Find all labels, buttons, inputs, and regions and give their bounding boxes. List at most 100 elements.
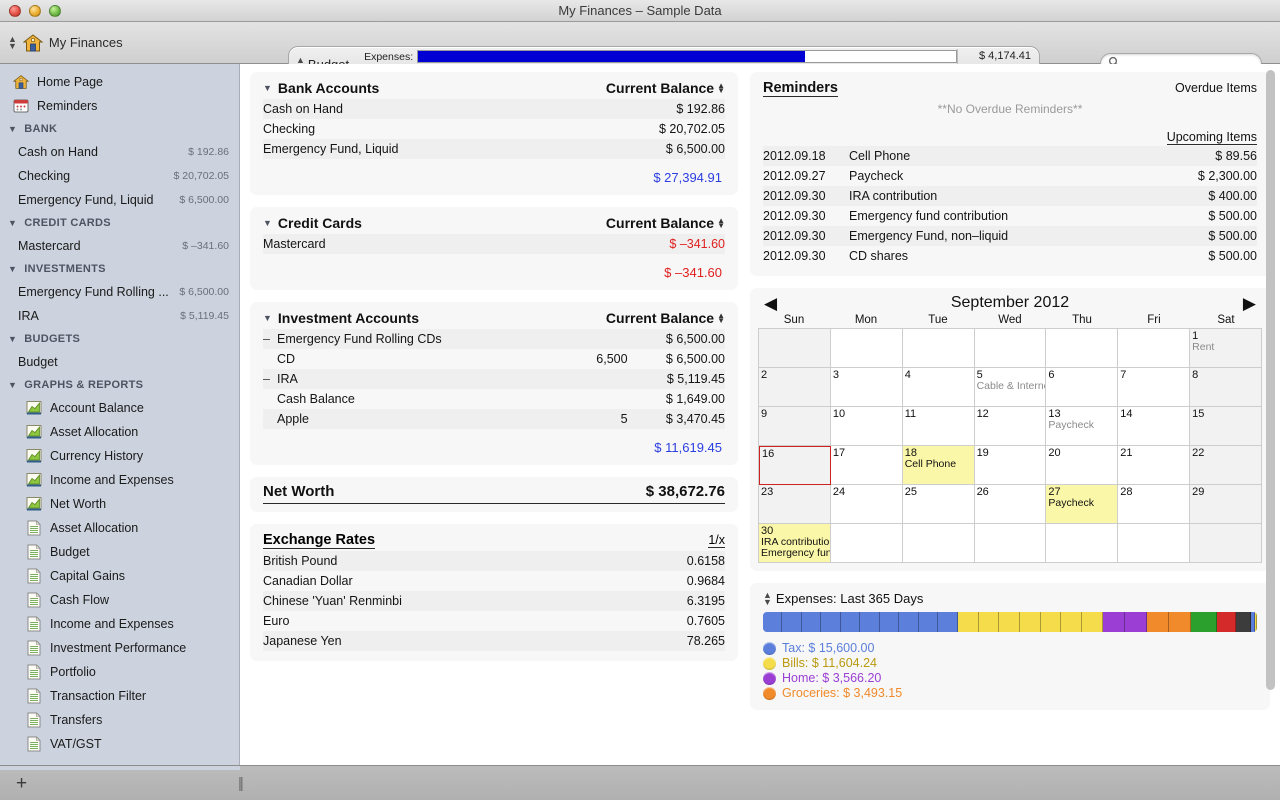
sidebar-item-reminders[interactable]: Reminders [0,94,239,118]
table-row[interactable]: CD 6,500 $ 6,500.00 [263,349,725,369]
table-row[interactable]: 2012.09.30 Emergency Fund, non–liquid $ 50… [763,226,1257,246]
calendar-event[interactable]: Rent [1192,342,1259,353]
sidebar-item-mastercard[interactable]: Mastercard $ –341.60 [0,234,239,258]
sidebar-item-checking[interactable]: Checking $ 20,702.05 [0,164,239,188]
sidebar-report-transfers[interactable]: Transfers [0,708,239,732]
calendar-day-cell[interactable]: 9 [759,407,831,446]
calendar-event[interactable]: Emergency fund contribution [761,548,830,559]
disclosure-triangle-icon[interactable]: ▼ [263,313,272,323]
calendar-day-cell[interactable]: 13 Paycheck [1046,407,1119,446]
sidebar-report-asset-allocation[interactable]: Asset Allocation [0,420,239,444]
calendar-day-cell[interactable]: 24 [830,485,903,524]
sidebar-group-bank[interactable]: ▼ BANK [0,118,239,140]
table-row[interactable]: – Emergency Fund Rolling CDs $ 6,500.00 [263,329,725,349]
calendar-day-cell[interactable]: 10 [830,407,903,446]
table-row[interactable]: Euro 0.7605 [263,611,725,631]
sidebar-report-transaction-filter[interactable]: Transaction Filter [0,684,239,708]
resize-grip[interactable]: || [238,775,244,792]
calendar-event[interactable]: Paycheck [1048,498,1115,509]
table-row[interactable]: Canadian Dollar 0.9684 [263,571,725,591]
calendar-day-cell[interactable]: 1 Rent [1190,329,1262,368]
table-row[interactable]: Japanese Yen 78.265 [263,631,725,651]
calendar-day-cell[interactable]: 17 [830,446,903,485]
calendar-day-cell[interactable]: 19 [974,446,1047,485]
sidebar-report-asset-allocation[interactable]: Asset Allocation [0,516,239,540]
sidebar-report-cash-flow[interactable]: Cash Flow [0,588,239,612]
sidebar-report-capital-gains[interactable]: Capital Gains [0,564,239,588]
exchange-rates-column-label[interactable]: 1/x [708,533,725,548]
sidebar-report-income-and-expenses[interactable]: Income and Expenses [0,612,239,636]
calendar-day-cell[interactable]: 14 [1118,407,1191,446]
disclosure-triangle-icon[interactable]: ▼ [8,218,17,228]
sidebar-item-cash-on-hand[interactable]: Cash on Hand $ 192.86 [0,140,239,164]
sort-arrows-icon[interactable]: ▲ ▼ [717,312,725,325]
collapse-dash-icon[interactable]: – [263,332,277,346]
calendar-event[interactable]: Cable & Internet [977,381,1046,392]
sidebar-report-investment-performance[interactable]: Investment Performance [0,636,239,660]
sidebar-item-budget[interactable]: Budget [0,350,239,374]
sidebar-group-credit-cards[interactable]: ▼ CREDIT CARDS [0,212,239,234]
add-button[interactable]: + [16,774,27,793]
table-row[interactable]: Chinese 'Yuan' Renminbi 6.3195 [263,591,725,611]
calendar-day-cell[interactable]: 11 [902,407,975,446]
table-row[interactable]: Emergency Fund, Liquid $ 6,500.00 [263,139,725,159]
disclosure-triangle-icon[interactable]: ▼ [8,334,17,344]
sidebar-item-home-page[interactable]: Home Page [0,70,239,94]
collapse-dash-icon[interactable]: – [263,372,277,386]
calendar-day-cell[interactable]: 26 [974,485,1047,524]
sidebar-report-portfolio[interactable]: Portfolio [0,660,239,684]
sidebar-report-currency-history[interactable]: Currency History [0,444,239,468]
sidebar-group-graphs-reports[interactable]: ▼ GRAPHS & REPORTS [0,374,239,396]
calendar-day-cell[interactable]: 2 [759,368,831,407]
disclosure-triangle-icon[interactable]: ▼ [8,264,17,274]
calendar-day-cell[interactable]: 8 [1190,368,1262,407]
table-row[interactable]: Cash Balance $ 1,649.00 [263,389,725,409]
disclosure-triangle-icon[interactable]: ▼ [263,83,272,93]
calendar-day-cell[interactable]: 28 [1118,485,1191,524]
table-row[interactable]: 2012.09.18 Cell Phone $ 89.56 [763,146,1257,166]
calendar-day-cell[interactable]: 29 [1190,485,1262,524]
calendar-day-cell[interactable]: 12 [974,407,1047,446]
sidebar-report-vat-gst[interactable]: VAT/GST [0,732,239,756]
calendar-event[interactable]: Paycheck [1048,420,1115,431]
calendar-day-cell[interactable]: 5 Cable & Internet [974,368,1047,407]
calendar-day-cell[interactable]: 22 [1190,446,1262,485]
sidebar-group-investments[interactable]: ▼ INVESTMENTS [0,258,239,280]
sort-arrows-icon[interactable]: ▲ ▼ [717,82,725,95]
calendar-day-cell[interactable]: 21 [1118,446,1191,485]
calendar-day-cell[interactable]: 16 [759,446,831,485]
sidebar-item-emergency-fund-rolling[interactable]: Emergency Fund Rolling ... $ 6,500.00 [0,280,239,304]
toolbar-home-group[interactable]: ▲ ▼ My Finances [8,33,123,53]
disclosure-triangle-icon[interactable]: ▼ [8,124,17,134]
disclosure-triangle-icon[interactable]: ▼ [263,218,272,228]
calendar-day-cell[interactable]: 23 [759,485,831,524]
calendar-day-cell[interactable]: 15 [1190,407,1262,446]
calendar-day-cell[interactable]: 20 [1046,446,1119,485]
scrollbar-thumb[interactable] [1266,70,1275,690]
calendar-day-cell[interactable]: 18 Cell Phone [902,446,975,485]
expenses-chart-header[interactable]: ▲ ▼ Expenses: Last 365 Days [763,590,1257,612]
table-row[interactable]: Apple 5 $ 3,470.45 [263,409,725,429]
table-row[interactable]: Cash on Hand $ 192.86 [263,99,725,119]
calendar-day-cell[interactable]: 4 [902,368,975,407]
table-row[interactable]: Checking $ 20,702.05 [263,119,725,139]
table-row[interactable]: British Pound 0.6158 [263,551,725,571]
calendar-next-month-button[interactable]: ▶ [1243,295,1256,312]
bank-accounts-sort[interactable]: Current Balance ▲ ▼ [606,80,725,96]
table-row[interactable]: 2012.09.30 Emergency fund contribution $ 5… [763,206,1257,226]
calendar-day-cell[interactable]: 25 [902,485,975,524]
vertical-scrollbar[interactable] [1263,68,1278,763]
sidebar-report-income-and-expenses[interactable]: Income and Expenses [0,468,239,492]
calendar-day-cell[interactable]: 30IRA contributionEmergency fund contrib… [759,524,831,563]
calendar-day-cell[interactable]: 6 [1046,368,1119,407]
sidebar-report-budget[interactable]: Budget [0,540,239,564]
calendar-day-cell[interactable]: 7 [1118,368,1191,407]
sidebar-report-net-worth[interactable]: Net Worth [0,492,239,516]
sidebar-group-budgets[interactable]: ▼ BUDGETS [0,328,239,350]
table-row[interactable]: 2012.09.30 CD shares $ 500.00 [763,246,1257,266]
table-row[interactable]: – IRA $ 5,119.45 [263,369,725,389]
table-row[interactable]: 2012.09.30 IRA contribution $ 400.00 [763,186,1257,206]
sidebar-report-account-balance[interactable]: Account Balance [0,396,239,420]
stepper-icon[interactable]: ▲ ▼ [763,590,772,606]
calendar-day-cell[interactable]: 27 Paycheck [1046,485,1119,524]
